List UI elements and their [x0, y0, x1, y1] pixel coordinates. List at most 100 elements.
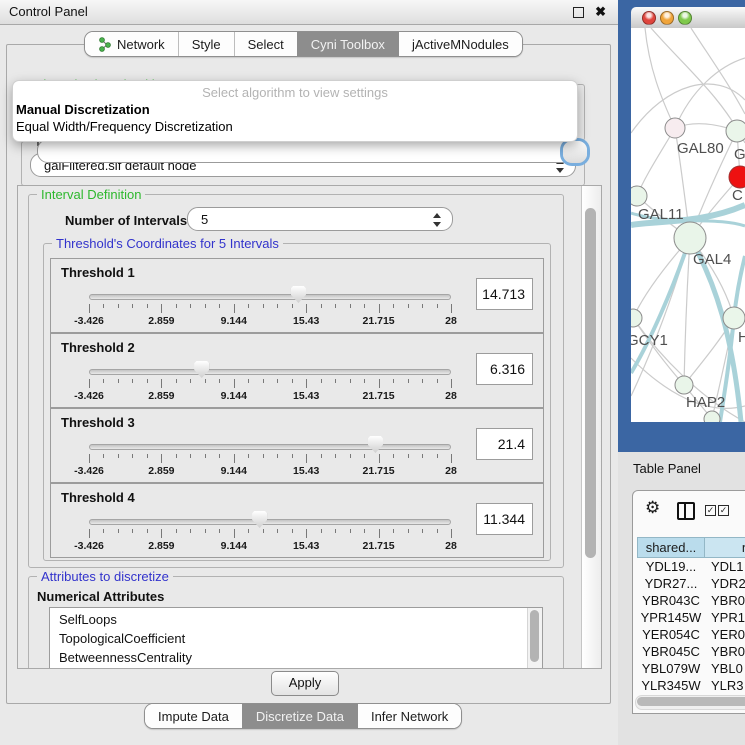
network-node[interactable] [726, 120, 745, 142]
threshold-value-field[interactable]: 21.4 [476, 428, 533, 460]
column-header-name[interactable]: n [705, 537, 745, 558]
cell-name[interactable]: YBR0 [705, 592, 745, 609]
unselect-all-checkbox-icon[interactable]: ✓ [718, 505, 729, 516]
zoom-traffic-light[interactable] [678, 11, 692, 25]
cell-name[interactable]: YER0 [705, 626, 745, 643]
network-node[interactable] [704, 411, 720, 422]
column-header-shared-name[interactable]: shared... [637, 537, 705, 558]
cell-shared-name[interactable]: YPR145W [637, 609, 705, 626]
cell-name[interactable]: YPR1 [705, 609, 745, 626]
list-scrollbar[interactable] [527, 608, 542, 669]
cell-shared-name[interactable]: YBL079W [637, 660, 705, 677]
network-canvas[interactable]: GAL80GALCGAL11GAL4GCY1HHAP2 [631, 28, 745, 422]
cell-name[interactable]: YLR3 [705, 677, 745, 694]
threshold-value-field[interactable]: 14.713 [476, 278, 533, 310]
list-scrollbar-thumb[interactable] [530, 610, 539, 662]
table-row[interactable]: YPR145WYPR1 [637, 609, 745, 626]
slider-handle[interactable] [194, 361, 209, 378]
algorithm-option-equal-width[interactable]: Equal Width/Frequency Discretization [16, 119, 233, 134]
threshold-value-field[interactable]: 6.316 [476, 353, 533, 385]
select-all-checkbox-icon[interactable]: ✓ [705, 505, 716, 516]
tab-network[interactable]: Network [85, 32, 178, 56]
cell-shared-name[interactable]: YLR345W [637, 677, 705, 694]
cell-shared-name[interactable]: YDR27... [637, 575, 705, 592]
cell-name[interactable]: YBR0 [705, 643, 745, 660]
tab-label: Select [248, 37, 284, 52]
tick-mark [118, 529, 119, 533]
tab-impute-data[interactable]: Impute Data [145, 704, 242, 728]
tick-mark [393, 304, 394, 308]
column-browser-icon[interactable] [677, 502, 695, 520]
cell-shared-name[interactable]: YER054C [637, 626, 705, 643]
table-row[interactable]: YDR27...YDR2 [637, 575, 745, 592]
cell-shared-name[interactable]: YBR045C [637, 643, 705, 660]
attribute-list-item[interactable]: SelfLoops [50, 610, 527, 629]
number-of-intervals-spinner[interactable]: 5 [187, 207, 453, 231]
settings-scrollbar-thumb[interactable] [585, 208, 596, 558]
algorithm-option-manual[interactable]: Manual Discretization [16, 102, 150, 117]
tab-cyni-toolbox[interactable]: Cyni Toolbox [297, 32, 398, 56]
tab-label: jActiveMNodules [412, 37, 509, 52]
slider-handle[interactable] [368, 436, 383, 453]
slider-scale [89, 304, 451, 314]
tick-mark [364, 379, 365, 383]
tick-mark [393, 379, 394, 383]
attribute-list-item[interactable]: BetweennessCentrality [50, 648, 527, 667]
threshold-3-slider[interactable]: -3.4262.8599.14415.4321.71528 [89, 435, 451, 479]
cell-shared-name[interactable]: YDL19... [637, 558, 705, 575]
threshold-2-slider[interactable]: -3.4262.8599.14415.4321.71528 [89, 360, 451, 404]
network-node[interactable] [723, 307, 745, 329]
tab-select[interactable]: Select [234, 32, 297, 56]
table-hscrollbar-thumb[interactable] [637, 697, 745, 706]
tick-label: 9.144 [221, 315, 247, 327]
tab-label: Discretize Data [256, 709, 344, 724]
tick-label: 15.43 [293, 390, 319, 402]
network-node[interactable] [665, 118, 685, 138]
close-icon[interactable]: ✖ [595, 3, 606, 21]
network-node[interactable] [631, 186, 647, 206]
tick-mark [234, 454, 235, 463]
tab-jactivemnodules[interactable]: jActiveMNodules [398, 32, 522, 56]
tab-discretize-data[interactable]: Discretize Data [242, 704, 357, 728]
network-node[interactable] [631, 309, 642, 327]
threshold-4-slider[interactable]: -3.4262.8599.14415.4321.71528 [89, 510, 451, 554]
table-row[interactable]: YDL19...YDL1 [637, 558, 745, 575]
minimize-traffic-light[interactable] [660, 11, 674, 25]
table-row[interactable]: YLR345WYLR3 [637, 677, 745, 694]
cell-name[interactable]: YBL0 [705, 660, 745, 677]
tab-style[interactable]: Style [178, 32, 234, 56]
algorithm-combobox-button[interactable] [563, 141, 587, 163]
threshold-1-slider[interactable]: -3.4262.8599.14415.4321.71528 [89, 285, 451, 329]
attribute-list-item[interactable]: TopologicalCoefficient [50, 629, 527, 648]
settings-vertical-scrollbar[interactable] [581, 186, 601, 668]
gear-icon[interactable]: ⚙ [645, 498, 660, 518]
network-node[interactable] [675, 376, 693, 394]
control-panel-window: Control Panel ✖ Discretization Algorithm… [0, 0, 618, 745]
algorithm-combobox[interactable] [37, 139, 589, 163]
tick-mark [147, 304, 148, 308]
slider-handle[interactable] [291, 286, 306, 303]
slider-handle[interactable] [252, 511, 267, 528]
tick-mark [306, 304, 307, 313]
threshold-value-field[interactable]: 11.344 [476, 503, 533, 535]
apply-button[interactable]: Apply [271, 671, 339, 696]
cell-name[interactable]: YDR2 [705, 575, 745, 592]
table-horizontal-scrollbar[interactable] [635, 695, 745, 710]
tick-mark [176, 379, 177, 383]
table-row[interactable]: YBL079WYBL0 [637, 660, 745, 677]
table-row[interactable]: YBR045CYBR0 [637, 643, 745, 660]
slider-track [89, 444, 451, 450]
tab-label: Cyni Toolbox [311, 37, 385, 52]
tab-infer-network[interactable]: Infer Network [357, 704, 461, 728]
tick-label: 28 [445, 390, 457, 402]
table-row[interactable]: YBR043CYBR0 [637, 592, 745, 609]
table-row[interactable]: YER054CYER0 [637, 626, 745, 643]
network-node[interactable] [674, 222, 706, 254]
float-window-icon[interactable] [573, 7, 584, 18]
cell-shared-name[interactable]: YBR043C [637, 592, 705, 609]
tick-mark [335, 379, 336, 383]
close-traffic-light[interactable] [642, 11, 656, 25]
numerical-attributes-list[interactable]: SelfLoopsTopologicalCoefficientBetweenne… [49, 607, 543, 669]
cell-name[interactable]: YDL1 [705, 558, 745, 575]
network-node[interactable] [729, 166, 745, 188]
